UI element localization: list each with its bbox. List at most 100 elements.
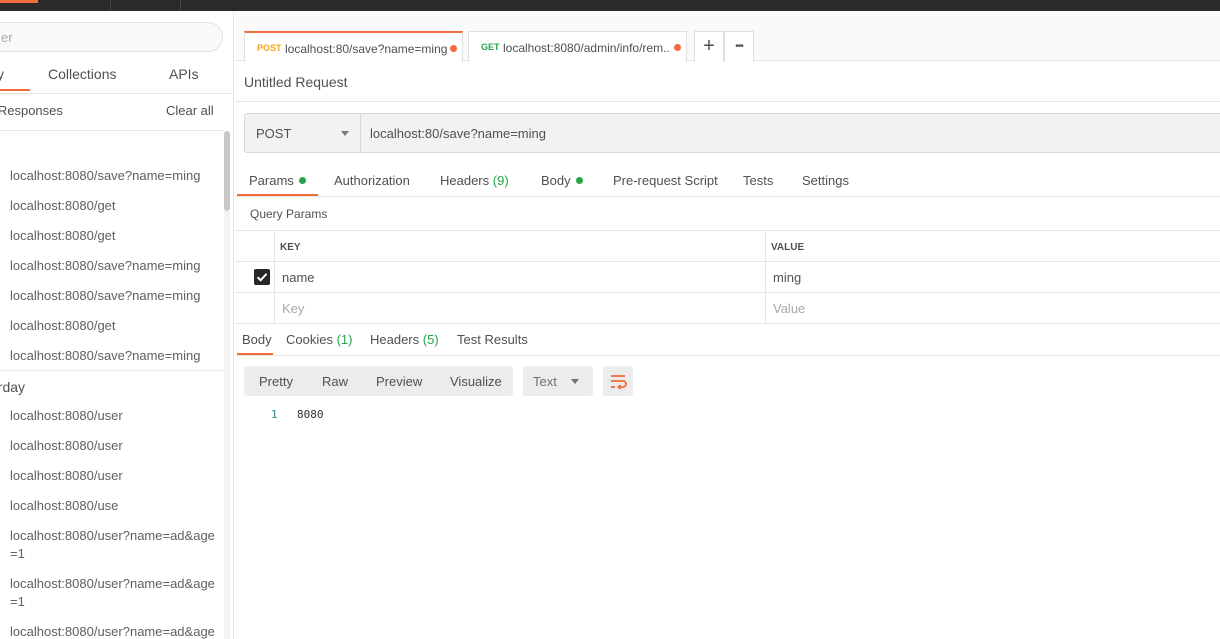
divider [0,370,224,371]
tab-test-results[interactable]: Test Results [457,332,528,347]
history-group-yesterday[interactable]: erday [0,379,25,395]
value-column-header: VALUE [771,242,805,253]
tab-authorization[interactable]: Authorization [334,173,410,188]
scrollbar-thumb[interactable] [224,131,230,211]
sidebar-tabs: y Collections APIs [0,61,233,93]
tab-headers[interactable]: Headers (9) [440,173,509,188]
tab-response-body[interactable]: Body [242,332,272,347]
visualize-button[interactable]: Visualize [450,374,502,389]
history-item[interactable]: localhost:8080/get [10,317,215,335]
response-body-text[interactable]: 8080 [297,408,324,421]
method-select[interactable]: POST [245,114,361,152]
tab-body[interactable]: Body [541,173,583,188]
history-item[interactable]: localhost:8080/user?name=ad&age =1 [10,527,215,563]
tab-url-label: localhost:80/save?name=ming [285,42,448,56]
request-config-tabs: Params Authorization Headers (9) Body Pr… [235,163,1220,197]
status-dot-icon [298,177,306,184]
save-responses-toggle[interactable]: e Responses [0,103,63,118]
tab-label: Headers [440,173,490,188]
tab-label: Params [249,173,294,188]
query-params-table: KEY VALUE name ming Key Value [235,230,1220,324]
tab-pre-request-script[interactable]: Pre-request Script [613,173,718,188]
column-divider [765,231,766,323]
pretty-button[interactable]: Pretty [259,374,293,389]
query-params-title: Query Params [250,207,328,221]
response-headers-count-badge: (5) [422,332,439,347]
wrap-icon [611,375,627,390]
cookies-count-badge: (1) [336,332,353,347]
param-value-field[interactable]: ming [773,270,801,285]
column-divider [274,231,275,323]
raw-button[interactable]: Raw [322,374,348,389]
tab-apis[interactable]: APIs [169,66,199,82]
filter-placeholder: er [1,30,13,45]
tab-url-label: localhost:8080/admin/info/rem... [503,41,671,55]
tab-options-button[interactable]: ••• [724,31,754,62]
request-tab-strip: POST localhost:80/save?name=ming GET loc… [235,11,1220,62]
history-item[interactable]: localhost:8080/user [10,407,215,425]
nav-divider [180,0,181,11]
tab-collections[interactable]: Collections [48,66,116,82]
format-value: Text [533,374,557,389]
active-nav-accent [0,0,38,3]
nav-divider [110,0,111,11]
history-item[interactable]: localhost:8080/user [10,437,215,455]
tab-tests[interactable]: Tests [743,173,773,188]
url-bar: POST localhost:80/save?name=ming [244,113,1220,153]
param-key-input[interactable]: Key [282,301,304,316]
scrollbar-track[interactable] [224,211,230,639]
tab-response-headers[interactable]: Headers (5) [370,332,439,347]
table-row-new: Key Value [235,293,1220,324]
history-item[interactable]: localhost:8080/user [10,467,215,485]
wrap-lines-button[interactable] [603,366,633,396]
request-tab-get[interactable]: GET localhost:8080/admin/info/rem... [468,31,687,62]
more-icon: ••• [735,41,743,52]
param-enabled-checkbox[interactable] [254,269,270,285]
headers-count-badge: (9) [492,173,509,188]
url-input[interactable]: localhost:80/save?name=ming [370,126,546,141]
history-item[interactable]: localhost:8080/get [10,197,215,215]
tab-params[interactable]: Params [249,173,306,188]
request-tab-post[interactable]: POST localhost:80/save?name=ming [244,31,463,62]
new-tab-button[interactable]: + [694,31,724,62]
key-column-header: KEY [280,242,301,253]
title-bar [0,0,1220,11]
postman-window: er y Collections APIs e Responses Clear … [0,0,1220,639]
history-filter-input[interactable]: er [0,22,223,52]
history-item[interactable]: localhost:8080/save?name=ming [10,257,215,275]
param-value-input[interactable]: Value [773,301,805,316]
tab-history[interactable]: y [0,66,4,82]
history-item[interactable]: localhost:8080/save?name=ming [10,287,215,305]
check-icon [256,273,268,282]
table-header-row: KEY VALUE [235,231,1220,262]
tab-cookies[interactable]: Cookies (1) [286,332,352,347]
history-item[interactable]: localhost:8080/user?name=ad&age =1 [10,575,215,611]
plus-icon: + [703,35,715,57]
tab-label: Cookies [286,332,333,347]
unsaved-dot-icon [674,44,681,51]
line-number: 1 [271,408,278,421]
clear-all-button[interactable]: Clear all [166,103,214,118]
param-key-field[interactable]: name [282,270,315,285]
active-tab-indicator [237,353,273,355]
format-select[interactable]: Text [523,366,593,396]
tab-method-label: GET [481,42,500,52]
active-tab-indicator [0,89,30,91]
preview-button[interactable]: Preview [376,374,422,389]
sidebar: er y Collections APIs e Responses Clear … [0,11,234,639]
response-tabs: Body Cookies (1) Headers (5) Test Result… [235,323,1220,356]
history-item[interactable]: localhost:8080/user?name=ad&age [10,623,215,639]
chevron-down-icon [341,131,349,136]
history-item[interactable]: localhost:8080/save?name=ming [10,347,215,365]
history-item[interactable]: localhost:8080/use [10,497,215,515]
history-item[interactable]: localhost:8080/save?name=ming [10,167,215,185]
chevron-down-icon [571,379,579,384]
status-dot-icon [575,177,583,184]
request-title-bar: Untitled Request [235,62,1220,102]
tab-method-label: POST [257,43,282,53]
history-item[interactable]: localhost:8080/get [10,227,215,245]
tab-settings[interactable]: Settings [802,173,849,188]
response-view-mode-group: Pretty Raw Preview Visualize [244,366,513,396]
table-row: name ming [235,262,1220,293]
request-title[interactable]: Untitled Request [244,74,348,90]
